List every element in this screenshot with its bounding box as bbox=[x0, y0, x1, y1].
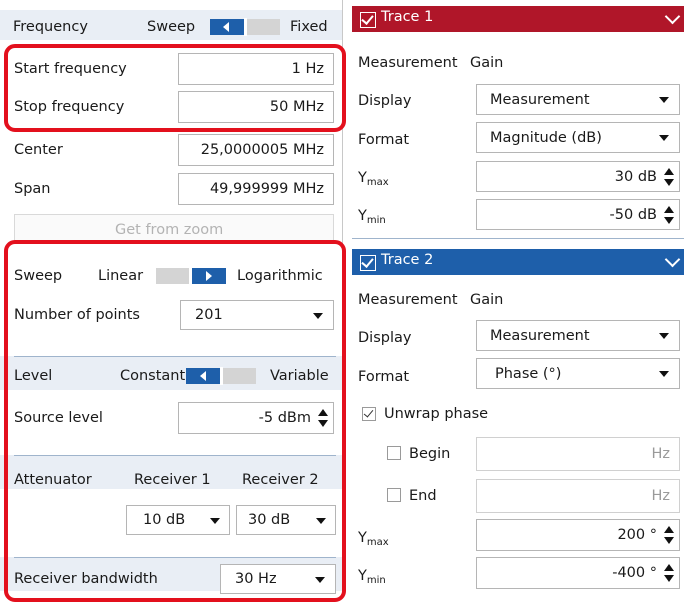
trace-1-enable-checkbox[interactable] bbox=[360, 12, 376, 28]
span-label: Span bbox=[14, 181, 51, 197]
arrow-left-icon bbox=[223, 22, 229, 32]
trace-1-ymin-input[interactable]: -50 dB bbox=[476, 199, 680, 230]
begin-checkbox[interactable] bbox=[387, 446, 401, 460]
frequency-mode-toggle[interactable] bbox=[210, 18, 280, 36]
trace-2-format-label: Format bbox=[358, 369, 410, 385]
trace-1-measurement-label: Measurement bbox=[358, 55, 458, 71]
trace-1-format-label: Format bbox=[358, 132, 410, 148]
frequency-fixed-option: Fixed bbox=[290, 19, 328, 35]
trace-2-ymax-label: Ymax bbox=[358, 530, 389, 548]
trace-1-format-dropdown[interactable]: Magnitude (dB) bbox=[476, 122, 680, 153]
chevron-down-icon bbox=[659, 371, 669, 377]
span-input[interactable]: 49,999999 MHz bbox=[178, 173, 334, 205]
trace-2-ymax-input[interactable]: 200 ° bbox=[476, 519, 680, 551]
trace-2-ymin-input[interactable]: -400 ° bbox=[476, 557, 680, 589]
trace-1-header[interactable]: Trace 1 bbox=[352, 6, 684, 32]
spinner-arrows-icon[interactable] bbox=[664, 205, 675, 224]
trace-1-ymax-label: Ymax bbox=[358, 170, 389, 188]
end-label: End bbox=[409, 488, 437, 504]
trace-1-ymax-input[interactable]: 30 dB bbox=[476, 161, 680, 192]
chevron-down-icon bbox=[659, 97, 669, 103]
frequency-label: Frequency bbox=[13, 19, 88, 35]
get-from-zoom-label: Get from zoom bbox=[115, 222, 224, 238]
unwrap-phase-label: Unwrap phase bbox=[384, 406, 489, 422]
trace-2-title: Trace 2 bbox=[381, 252, 434, 268]
end-frequency-input[interactable]: Hz bbox=[476, 479, 680, 513]
trace-2-format-dropdown[interactable]: Phase (°) bbox=[476, 358, 680, 389]
trace-2-ymin-label: Ymin bbox=[358, 568, 386, 586]
center-label: Center bbox=[14, 142, 63, 158]
begin-frequency-input[interactable]: Hz bbox=[476, 437, 680, 471]
chevron-down-icon bbox=[659, 333, 669, 339]
trace-2-enable-checkbox[interactable] bbox=[360, 255, 376, 271]
end-checkbox[interactable] bbox=[387, 488, 401, 502]
trace-1-ymin-label: Ymin bbox=[358, 208, 386, 226]
trace-2-display-dropdown[interactable]: Measurement bbox=[476, 320, 680, 351]
trace-1-title: Trace 1 bbox=[381, 9, 434, 25]
trace-2-display-label: Display bbox=[358, 330, 412, 346]
spinner-arrows-icon[interactable] bbox=[664, 167, 675, 186]
spinner-arrows-icon[interactable] bbox=[664, 526, 675, 544]
unwrap-phase-checkbox[interactable] bbox=[362, 407, 376, 421]
begin-label: Begin bbox=[409, 446, 451, 462]
highlight-start-stop bbox=[4, 44, 346, 132]
chevron-down-icon[interactable] bbox=[664, 8, 681, 25]
spinner-arrows-icon[interactable] bbox=[664, 564, 675, 582]
trace-2-measurement-label: Measurement bbox=[358, 292, 458, 308]
trace-2-measurement-value: Gain bbox=[470, 292, 504, 308]
center-frequency-input[interactable]: 25,0000005 MHz bbox=[178, 134, 334, 166]
trace-1-measurement-value: Gain bbox=[470, 55, 504, 71]
chevron-down-icon[interactable] bbox=[664, 251, 681, 268]
chevron-down-icon bbox=[659, 135, 669, 141]
trace-1-display-label: Display bbox=[358, 93, 412, 109]
highlight-sweep-settings bbox=[4, 240, 346, 602]
frequency-sweep-option: Sweep bbox=[147, 19, 196, 35]
trace-1-display-dropdown[interactable]: Measurement bbox=[476, 84, 680, 115]
trace-2-header[interactable]: Trace 2 bbox=[352, 249, 684, 275]
